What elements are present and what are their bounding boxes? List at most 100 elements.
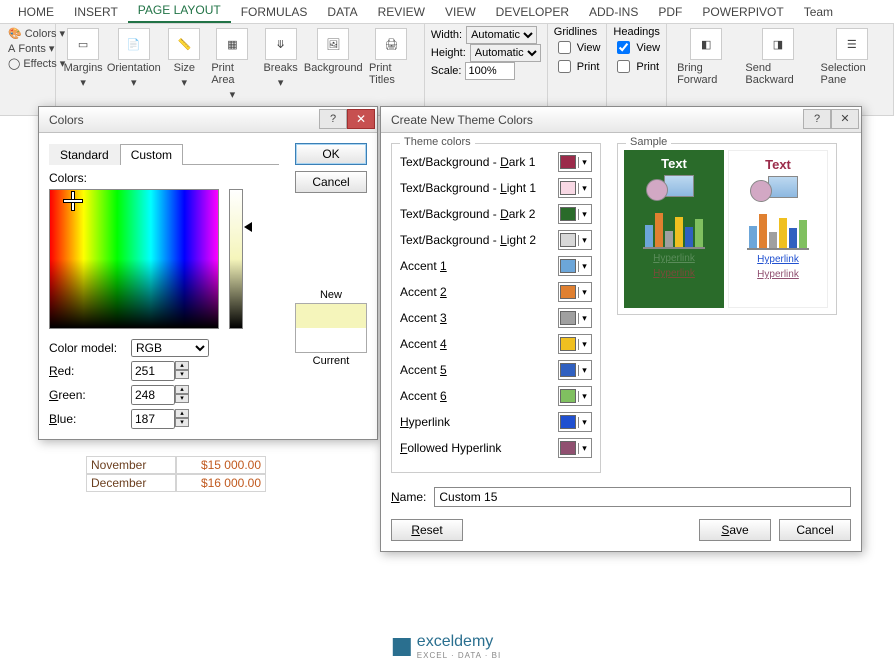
color-spectrum[interactable] — [49, 189, 219, 329]
breaks-button[interactable]: ⤋Breaks▾ — [260, 26, 302, 103]
width-select[interactable]: Automatic — [466, 26, 537, 44]
ribbon-group-arrange: ◧Bring Forward ◨Send Backward ☰Selection… — [667, 24, 894, 115]
theme-color-dropdown[interactable]: ▾ — [558, 360, 592, 380]
tab-powerpivot[interactable]: POWERPIVOT — [692, 1, 793, 23]
theme-color-dropdown[interactable]: ▾ — [558, 438, 592, 458]
theme-color-dropdown[interactable]: ▾ — [558, 386, 592, 406]
print-area-icon: ▦ — [216, 28, 248, 60]
theme-color-label: Text/Background - Dark 1 — [400, 155, 550, 169]
bring-forward-button[interactable]: ◧Bring Forward — [673, 26, 739, 88]
size-button[interactable]: 📏Size▾ — [163, 26, 205, 103]
table-row[interactable]: December $16 000.00 — [86, 474, 266, 492]
theme-color-dropdown[interactable]: ▾ — [558, 152, 592, 172]
spin-down-icon[interactable]: ▾ — [175, 394, 189, 403]
theme-color-row: Text/Background - Light 1▾ — [400, 178, 592, 198]
spin-up-icon[interactable]: ▴ — [175, 361, 189, 370]
width-label: Width: — [431, 29, 462, 41]
print-titles-button[interactable]: 🖨Print Titles — [365, 26, 418, 103]
save-button[interactable]: Save — [699, 519, 771, 541]
chevron-down-icon: ▾ — [230, 88, 236, 101]
themes-fonts-button[interactable]: AFonts▾ — [6, 41, 49, 56]
spin-down-icon[interactable]: ▾ — [175, 418, 189, 427]
theme-dialog-title[interactable]: Create New Theme Colors ? ✕ — [381, 107, 861, 133]
spin-down-icon[interactable]: ▾ — [175, 370, 189, 379]
help-button[interactable]: ? — [319, 109, 347, 129]
selection-pane-icon: ☰ — [836, 28, 868, 60]
theme-color-label: Accent 3 — [400, 311, 550, 325]
color-swatch — [560, 311, 576, 325]
themes-colors-button[interactable]: 🎨Colors▾ — [6, 26, 49, 41]
theme-color-row: Text/Background - Light 2▾ — [400, 230, 592, 250]
theme-color-row: Accent 2▾ — [400, 282, 592, 302]
theme-color-dropdown[interactable]: ▾ — [558, 178, 592, 198]
color-swatch — [560, 285, 576, 299]
help-button[interactable]: ? — [803, 109, 831, 129]
colors-dialog-title[interactable]: Colors ? ✕ — [39, 107, 377, 133]
tab-review[interactable]: REVIEW — [368, 1, 435, 23]
ok-button[interactable]: OK — [295, 143, 367, 165]
theme-colors-dialog: Create New Theme Colors ? ✕ Theme colors… — [380, 106, 862, 552]
theme-color-label: Accent 5 — [400, 363, 550, 377]
cancel-button[interactable]: Cancel — [295, 171, 367, 193]
height-select[interactable]: Automatic — [470, 44, 541, 62]
spin-up-icon[interactable]: ▴ — [175, 385, 189, 394]
tab-home[interactable]: HOME — [8, 1, 64, 23]
selection-pane-button[interactable]: ☰Selection Pane — [817, 26, 888, 88]
tab-developer[interactable]: DEVELOPER — [486, 1, 579, 23]
tab-pdf[interactable]: PDF — [648, 1, 692, 23]
gridlines-view-check[interactable] — [558, 41, 571, 54]
gridlines-print-check[interactable] — [558, 60, 571, 73]
close-button[interactable]: ✕ — [347, 109, 375, 129]
theme-colors-fieldset: Theme colors Text/Background - Dark 1▾Te… — [391, 143, 601, 473]
spin-up-icon[interactable]: ▴ — [175, 409, 189, 418]
color-swatch — [560, 415, 576, 429]
blue-input[interactable] — [131, 409, 175, 429]
colors-icon: 🎨 — [8, 27, 22, 40]
luminance-bar[interactable] — [229, 189, 243, 329]
tab-team[interactable]: Team — [794, 1, 843, 23]
tab-data[interactable]: DATA — [317, 1, 367, 23]
color-swatch — [560, 389, 576, 403]
orientation-button[interactable]: 📄Orientation▾ — [106, 26, 161, 103]
headings-view-check[interactable] — [617, 41, 630, 54]
red-input[interactable] — [131, 361, 175, 381]
send-backward-button[interactable]: ◨Send Backward — [741, 26, 814, 88]
close-button[interactable]: ✕ — [831, 109, 859, 129]
tab-standard[interactable]: Standard — [49, 144, 120, 165]
theme-color-dropdown[interactable]: ▾ — [558, 412, 592, 432]
color-model-select[interactable]: RGB — [131, 339, 209, 357]
theme-color-row: Accent 5 ▾ — [400, 360, 592, 380]
luminance-arrow-icon[interactable] — [244, 222, 252, 232]
chevron-down-icon: ▾ — [578, 287, 590, 298]
theme-name-input[interactable] — [434, 487, 851, 507]
theme-color-dropdown[interactable]: ▾ — [558, 308, 592, 328]
cell-month[interactable]: November — [86, 456, 176, 474]
tab-addins[interactable]: ADD-INS — [579, 1, 648, 23]
green-input[interactable] — [131, 385, 175, 405]
chevron-down-icon: ▾ — [578, 391, 590, 402]
headings-print-check[interactable] — [617, 60, 630, 73]
cell-amount[interactable]: $16 000.00 — [176, 474, 266, 492]
tab-view[interactable]: VIEW — [435, 1, 486, 23]
theme-color-dropdown[interactable]: ▾ — [558, 230, 592, 250]
cell-month[interactable]: December — [86, 474, 176, 492]
tab-page-layout[interactable]: PAGE LAYOUT — [128, 0, 231, 23]
theme-color-dropdown[interactable]: ▾ — [558, 282, 592, 302]
theme-color-dropdown[interactable]: ▾ — [558, 334, 592, 354]
chevron-down-icon: ▾ — [578, 339, 590, 350]
table-row[interactable]: November $15 000.00 — [86, 456, 266, 474]
tab-formulas[interactable]: FORMULAS — [231, 1, 318, 23]
background-button[interactable]: 🖼Background — [304, 26, 363, 103]
tab-insert[interactable]: INSERT — [64, 1, 128, 23]
margins-button[interactable]: ▭Margins▾ — [62, 26, 104, 103]
print-area-button[interactable]: ▦Print Area▾ — [207, 26, 257, 103]
scale-input[interactable] — [465, 62, 515, 80]
spectrum-cursor-icon[interactable] — [68, 196, 78, 206]
cell-amount[interactable]: $15 000.00 — [176, 456, 266, 474]
tab-custom[interactable]: Custom — [120, 144, 183, 165]
theme-color-dropdown[interactable]: ▾ — [558, 256, 592, 276]
theme-color-dropdown[interactable]: ▾ — [558, 204, 592, 224]
themes-effects-button[interactable]: ◯Effects▾ — [6, 56, 49, 71]
cancel-button[interactable]: Cancel — [779, 519, 851, 541]
reset-button[interactable]: Reset — [391, 519, 463, 541]
